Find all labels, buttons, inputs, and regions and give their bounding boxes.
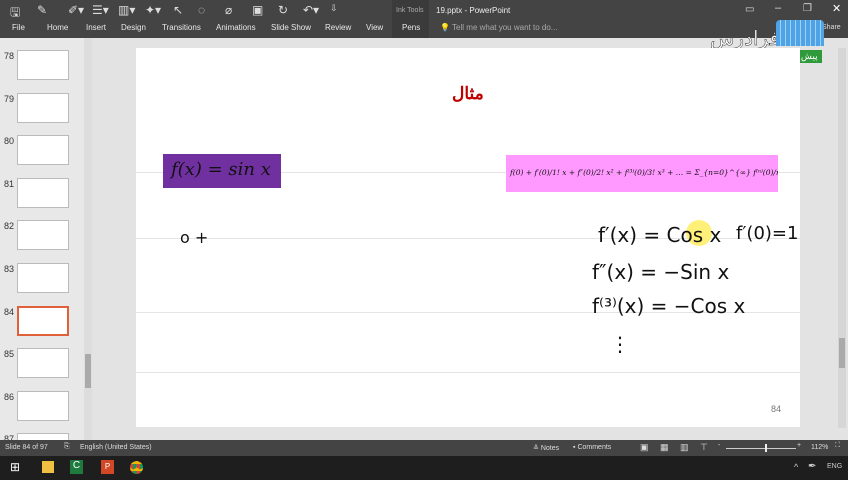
slide-thumbnail[interactable]	[17, 220, 69, 251]
tell-me-placeholder: Tell me what you want to do...	[452, 23, 558, 32]
notes-button[interactable]: ≙ Notes	[533, 444, 559, 452]
minimize-icon[interactable]: –	[775, 2, 781, 14]
color-icon[interactable]: ▥▾	[118, 3, 135, 17]
notes-label: Notes	[540, 445, 560, 452]
tab-animations[interactable]: Animations	[216, 23, 256, 32]
slide-thumbnail[interactable]	[17, 177, 69, 208]
book-logo-icon	[776, 20, 824, 46]
tab-slide-show[interactable]: Slide Show	[271, 23, 311, 32]
thumbnail-number: 81	[4, 178, 15, 189]
thumbnails-scrollbar[interactable]	[84, 38, 92, 440]
tab-review[interactable]: Review	[325, 23, 351, 32]
context-tab-label: Ink Tools	[396, 7, 424, 14]
lasso-icon[interactable]: ◌	[198, 3, 205, 17]
fit-slide-icon[interactable]: ⛶	[835, 442, 840, 450]
spellcheck-icon[interactable]: ⎘	[64, 443, 70, 451]
tab-design[interactable]: Design	[121, 23, 146, 32]
save-icon[interactable]: 🖫	[10, 3, 20, 24]
thickness-icon[interactable]: ☰▾	[92, 3, 109, 17]
slide-thumbnails-pane: 78798081828384858687	[0, 38, 84, 464]
comments-button[interactable]: ▪ Comments	[573, 444, 611, 451]
customize-icon[interactable]: ⇩	[330, 3, 338, 14]
slide-thumbnail[interactable]	[17, 305, 69, 336]
handwritten-text: f′(x) = Cos x	[598, 223, 722, 247]
thumbnail-number: 85	[4, 349, 15, 360]
slide-title: مثال	[452, 84, 484, 103]
guide-line	[136, 372, 800, 373]
close-icon[interactable]: ✕	[832, 2, 841, 15]
ribbon-display-icon[interactable]: ▭	[745, 4, 754, 15]
slide-thumbnail[interactable]	[17, 263, 69, 293]
comments-label: Comments	[577, 444, 612, 451]
tab-insert[interactable]: Insert	[86, 23, 106, 32]
handwritten-text: f⁽³⁾(x) = −Cos x	[592, 294, 746, 318]
pen-icon[interactable]: ✎	[37, 3, 47, 17]
zoom-out-button[interactable]: -	[718, 442, 720, 449]
page-number: 84	[771, 404, 782, 414]
replay-icon[interactable]: ↻	[278, 3, 288, 17]
handwritten-text: ⋮	[610, 332, 630, 356]
handwritten-text: f″(x) = −Sin x	[592, 260, 730, 284]
maclaurin-series-box: f(0) + f′(0)/1! x + f″(0)/2! x² + f⁽³⁾(0…	[506, 155, 778, 192]
effects-icon[interactable]: ✦▾	[145, 3, 161, 17]
zoom-level[interactable]: 112%	[811, 444, 828, 451]
undo-icon[interactable]: ↶▾	[303, 3, 319, 17]
slide-thumbnail[interactable]	[17, 50, 69, 80]
slide-sorter-icon[interactable]: ▦	[660, 442, 669, 453]
status-bar: Slide 84 of 97 ⎘ English (United States)…	[0, 440, 848, 456]
slide-thumbnail[interactable]	[17, 135, 69, 166]
pen-tray-icon[interactable]: ✒	[808, 461, 816, 472]
handwritten-text: o +	[180, 228, 209, 247]
thumbnail-number: 78	[4, 51, 15, 61]
slide-scrollbar[interactable]	[838, 48, 846, 428]
restore-icon[interactable]: ❐	[803, 3, 812, 14]
thumbnail-number: 84	[4, 306, 15, 317]
slide-canvas[interactable]: مثال f(x) = sin x f(0) + f′(0)/1! x + f″…	[136, 48, 800, 427]
zoom-in-button[interactable]: +	[797, 442, 801, 449]
handwritten-text: f′(0)=1	[736, 223, 799, 244]
ink-tools-context: Ink Tools	[392, 0, 429, 38]
tab-file[interactable]: File	[12, 23, 25, 32]
tab-transitions[interactable]: Transitions	[162, 23, 201, 32]
tell-me-input[interactable]: 💡 Tell me what you want to do...	[440, 23, 557, 32]
thumbnail-number: 80	[4, 136, 15, 147]
function-box: f(x) = sin x	[163, 154, 281, 188]
reading-view-icon[interactable]: ▥	[680, 442, 689, 453]
file-explorer-icon[interactable]	[42, 461, 54, 473]
language-tray[interactable]: ENG	[827, 463, 842, 470]
language-indicator[interactable]: English (United States)	[80, 444, 152, 451]
tab-view[interactable]: View	[366, 23, 383, 32]
slide-thumbnail[interactable]	[17, 92, 69, 123]
window-title: 19.pptx - PowerPoint	[436, 6, 511, 15]
zoom-slider-thumb[interactable]	[764, 444, 767, 452]
thumbnail-number: 82	[4, 221, 15, 232]
tab-home[interactable]: Home	[47, 23, 68, 32]
convert-icon[interactable]: ▣	[252, 3, 263, 17]
tray-chevron-icon[interactable]: ^	[794, 462, 798, 472]
select-icon[interactable]: ↖	[173, 3, 183, 17]
thumbnail-number: 83	[4, 264, 15, 274]
chrome-icon[interactable]	[130, 461, 143, 474]
slide-scroll-thumb[interactable]	[839, 338, 845, 368]
highlighter-icon[interactable]: ✐▾	[68, 3, 84, 17]
windows-start-icon[interactable]: ⊞	[10, 460, 20, 474]
thumbnail-number: 86	[4, 391, 15, 402]
scroll-thumb[interactable]	[85, 354, 91, 388]
slideshow-icon[interactable]: ⊤	[700, 442, 708, 453]
thumbnail-number: 79	[4, 93, 15, 104]
zoom-slider[interactable]	[726, 448, 796, 449]
camtasia-icon[interactable]: C	[70, 460, 83, 474]
taskbar: ⊞ C P ^ ✒ ENG	[0, 456, 848, 480]
tab-pens[interactable]: Pens	[402, 23, 420, 32]
normal-view-icon[interactable]: ▣	[640, 442, 649, 453]
slide-thumbnail[interactable]	[17, 390, 69, 421]
slide-counter: Slide 84 of 97	[5, 444, 48, 451]
slide-thumbnail[interactable]	[17, 348, 69, 379]
eraser-icon[interactable]: ⌀	[225, 3, 232, 17]
powerpoint-icon[interactable]: P	[101, 460, 114, 474]
